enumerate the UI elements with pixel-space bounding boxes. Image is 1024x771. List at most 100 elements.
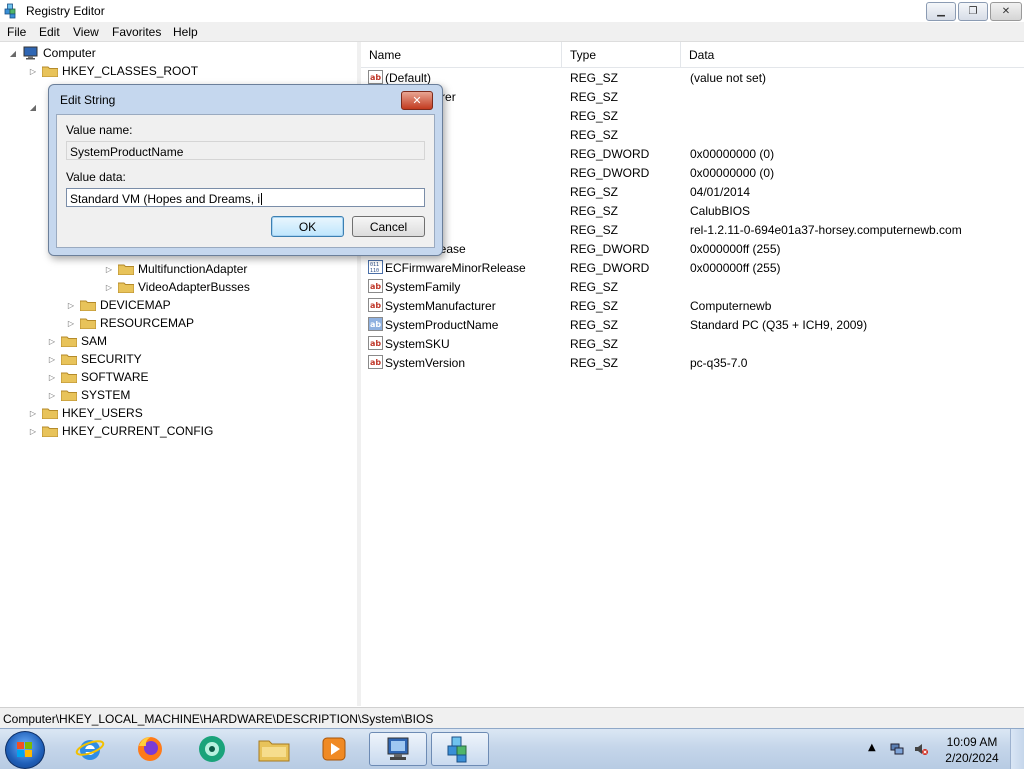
value-row[interactable]: ab SystemSKU REG_SZ: [361, 334, 1024, 353]
folder-icon: [42, 65, 58, 77]
value-row[interactable]: ab SystemFamily REG_SZ: [361, 277, 1024, 296]
minimize-button[interactable]: ▁: [926, 2, 956, 21]
value-data-label: Value data:: [66, 170, 126, 184]
value-row[interactable]: 011110ReleaseREG_DWORD0x00000000 (0): [361, 144, 1024, 163]
close-icon: ✕: [412, 94, 422, 107]
tree-item-hkey-current-config[interactable]: ▷ HKEY_CURRENT_CONFIG: [28, 422, 213, 440]
tree-item-videoadapterbusses[interactable]: ▷ VideoAdapterBusses: [104, 278, 250, 296]
folder-icon: [80, 317, 96, 329]
column-header-name[interactable]: Name: [361, 42, 562, 67]
regedit-icon: [447, 736, 467, 763]
windows-logo-icon: [17, 742, 32, 757]
show-desktop-button[interactable]: [1010, 729, 1024, 769]
value-data-input[interactable]: Standard VM (Hopes and Dreams, i: [66, 188, 425, 207]
volume-muted-icon[interactable]: [914, 742, 928, 756]
tree-item-devicemap[interactable]: ▷ DEVICEMAP: [66, 296, 171, 314]
string-value-icon-selected: ab: [368, 317, 383, 331]
menu-file[interactable]: File: [7, 25, 26, 39]
registry-editor-icon: [4, 3, 16, 19]
expand-icon[interactable]: ▷: [104, 264, 114, 274]
expand-icon[interactable]: ▷: [28, 66, 38, 76]
value-row[interactable]: abVersionREG_SZ: [361, 125, 1024, 144]
column-header-data[interactable]: Data: [681, 42, 1024, 67]
tree-item-hkey-classes-root[interactable]: ▷ HKEY_CLASSES_ROOT: [28, 62, 198, 80]
value-name: (Default): [385, 71, 432, 85]
close-button[interactable]: ✕: [990, 2, 1022, 21]
network-icon[interactable]: [890, 742, 904, 756]
internet-explorer-icon: [75, 740, 105, 760]
value-row[interactable]: 011 110 ECFirmwareMinorRelease REG_DWORD 0x0…: [361, 258, 1024, 277]
value-type: REG_SZ: [570, 128, 619, 142]
value-row[interactable]: abProductREG_SZ: [361, 106, 1024, 125]
show-hidden-icons-icon[interactable]: ▲: [868, 742, 882, 756]
dialog-close-button[interactable]: ✕: [401, 91, 433, 110]
menu-view[interactable]: View: [73, 25, 99, 39]
value-row[interactable]: abnREG_SZrel-1.2.11-0-694e01a37-horsey.c…: [361, 220, 1024, 239]
value-name-field[interactable]: SystemProductName: [66, 141, 425, 160]
column-header-type[interactable]: Type: [562, 42, 681, 67]
taskbar: ▲ 10:09 AM 2/20/2024: [0, 728, 1024, 769]
tree-item-hkey-local-machine[interactable]: ◢: [28, 98, 38, 116]
expand-icon[interactable]: ▷: [47, 372, 57, 382]
tree-item-hkey-users[interactable]: ▷ HKEY_USERS: [28, 404, 143, 422]
value-row[interactable]: ab SystemManufacturer REG_SZ Computernewb: [361, 296, 1024, 315]
svg-text:ab: ab: [370, 301, 381, 310]
expand-icon[interactable]: ▷: [28, 408, 38, 418]
expand-icon[interactable]: ▷: [66, 318, 76, 328]
taskbar-internet-explorer[interactable]: [64, 732, 116, 766]
value-row[interactable]: 011110ReleaseREG_DWORD0x00000000 (0): [361, 163, 1024, 182]
menu-help[interactable]: Help: [173, 25, 198, 39]
value-row[interactable]: abManufacturerREG_SZ: [361, 87, 1024, 106]
expand-icon[interactable]: ▷: [28, 426, 38, 436]
expand-icon[interactable]: ▷: [47, 354, 57, 364]
taskbar-media-player[interactable]: [308, 732, 360, 766]
folder-icon: [118, 281, 134, 293]
value-row[interactable]: abeDateREG_SZ04/01/2014: [361, 182, 1024, 201]
value-type: REG_SZ: [570, 204, 619, 218]
svg-text:ab: ab: [370, 73, 381, 82]
clock-time: 10:09 AM: [946, 735, 998, 749]
expand-icon[interactable]: ▷: [104, 282, 114, 292]
maximize-button[interactable]: ❐: [958, 2, 988, 21]
string-value-icon: ab: [368, 279, 383, 293]
value-type: REG_SZ: [570, 90, 619, 104]
tree-item-sam[interactable]: ▷ SAM: [47, 332, 107, 350]
menu-favorites[interactable]: Favorites: [112, 25, 161, 39]
tree-item-resourcemap[interactable]: ▷ RESOURCEMAP: [66, 314, 194, 332]
value-type: REG_SZ: [570, 280, 619, 294]
cancel-button[interactable]: Cancel: [352, 216, 425, 237]
folder-icon: [118, 263, 134, 275]
value-row[interactable]: ab SystemProductName REG_SZ Standard PC (Q3…: [361, 315, 1024, 334]
value-row[interactable]: 011110eMajorReleaseREG_DWORD0x000000ff (…: [361, 239, 1024, 258]
value-row[interactable]: abrREG_SZCalubBIOS: [361, 201, 1024, 220]
expand-icon[interactable]: ▷: [47, 336, 57, 346]
value-name: SystemProductName: [385, 318, 499, 332]
value-name-label: Value name:: [66, 123, 133, 137]
collapse-icon[interactable]: ◢: [8, 48, 18, 58]
ok-button[interactable]: OK: [271, 216, 344, 237]
tree-item-computer[interactable]: ◢ Computer: [8, 44, 96, 62]
taskbar-media-center[interactable]: [186, 732, 238, 766]
tree-item-security[interactable]: ▷ SECURITY: [47, 350, 142, 368]
tree-item-multifunctionadapter[interactable]: ▷ MultifunctionAdapter: [104, 260, 247, 278]
value-row[interactable]: ab SystemVersion REG_SZ pc-q35-7.0: [361, 353, 1024, 372]
folder-icon: [61, 353, 77, 365]
values-list[interactable]: Name Type Data ab (Default) REG_SZ (value n…: [361, 42, 1024, 706]
taskbar-registry-editor[interactable]: [431, 732, 489, 766]
collapse-icon[interactable]: ◢: [28, 102, 38, 112]
taskbar-system-info[interactable]: [369, 732, 427, 766]
start-button[interactable]: [5, 731, 45, 769]
expand-icon[interactable]: ▷: [66, 300, 76, 310]
svg-text:ab: ab: [370, 358, 381, 367]
value-type: REG_DWORD: [570, 147, 650, 161]
value-row[interactable]: ab (Default) REG_SZ (value not set): [361, 68, 1024, 87]
expand-icon[interactable]: ▷: [47, 390, 57, 400]
svg-text:110: 110: [370, 268, 379, 274]
tree-item-software[interactable]: ▷ SOFTWARE: [47, 368, 149, 386]
tree-item-system[interactable]: ▷ SYSTEM: [47, 386, 130, 404]
system-clock[interactable]: 10:09 AM 2/20/2024: [938, 734, 1006, 766]
taskbar-firefox[interactable]: [124, 732, 176, 766]
value-name: SystemFamily: [385, 280, 461, 294]
menu-edit[interactable]: Edit: [39, 25, 60, 39]
taskbar-file-explorer[interactable]: [248, 732, 300, 766]
